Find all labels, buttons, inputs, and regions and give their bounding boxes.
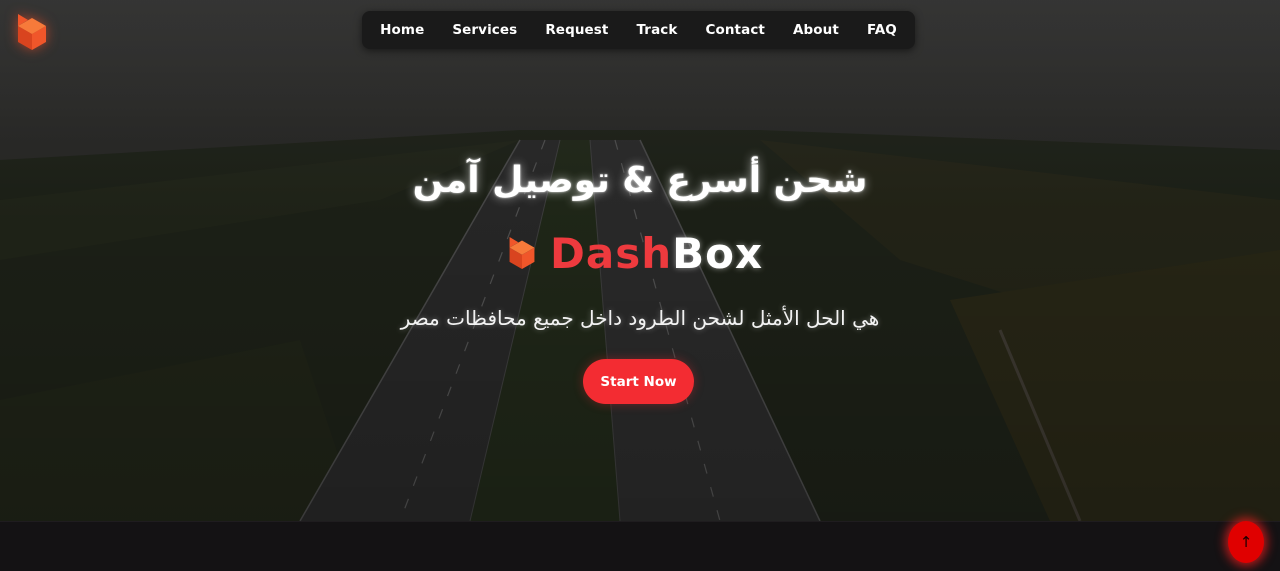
hero-subtitle: هي الحل الأمثل لشحن الطرود داخل جميع محا… <box>400 306 880 330</box>
brand-wordmark-dash: Dash <box>550 228 673 278</box>
nav-home[interactable]: Home <box>366 22 438 38</box>
arrow-up-icon: ↑ <box>1239 533 1253 551</box>
dashbox-logo-icon <box>509 237 535 269</box>
nav-track[interactable]: Track <box>622 22 691 38</box>
brand-wordmark: DashBox <box>550 229 763 278</box>
main-navbar: Home Services Request Track Contact Abou… <box>362 11 915 49</box>
start-now-button[interactable]: Start Now <box>583 359 694 404</box>
brand-wordmark-box: Box <box>672 228 764 278</box>
nav-request[interactable]: Request <box>531 22 622 38</box>
scroll-to-top-button[interactable]: ↑ <box>1228 521 1264 563</box>
dashbox-logo-icon[interactable] <box>14 12 50 52</box>
nav-services[interactable]: Services <box>438 22 531 38</box>
brand-logo: DashBox <box>506 229 763 278</box>
hero-section: Home Services Request Track Contact Abou… <box>0 0 1280 521</box>
next-section-strip <box>0 521 1280 571</box>
hero-title: شحن أسرع & توصيل آمن <box>412 160 868 201</box>
nav-contact[interactable]: Contact <box>691 22 779 38</box>
nav-faq[interactable]: FAQ <box>853 22 911 38</box>
nav-about[interactable]: About <box>779 22 853 38</box>
